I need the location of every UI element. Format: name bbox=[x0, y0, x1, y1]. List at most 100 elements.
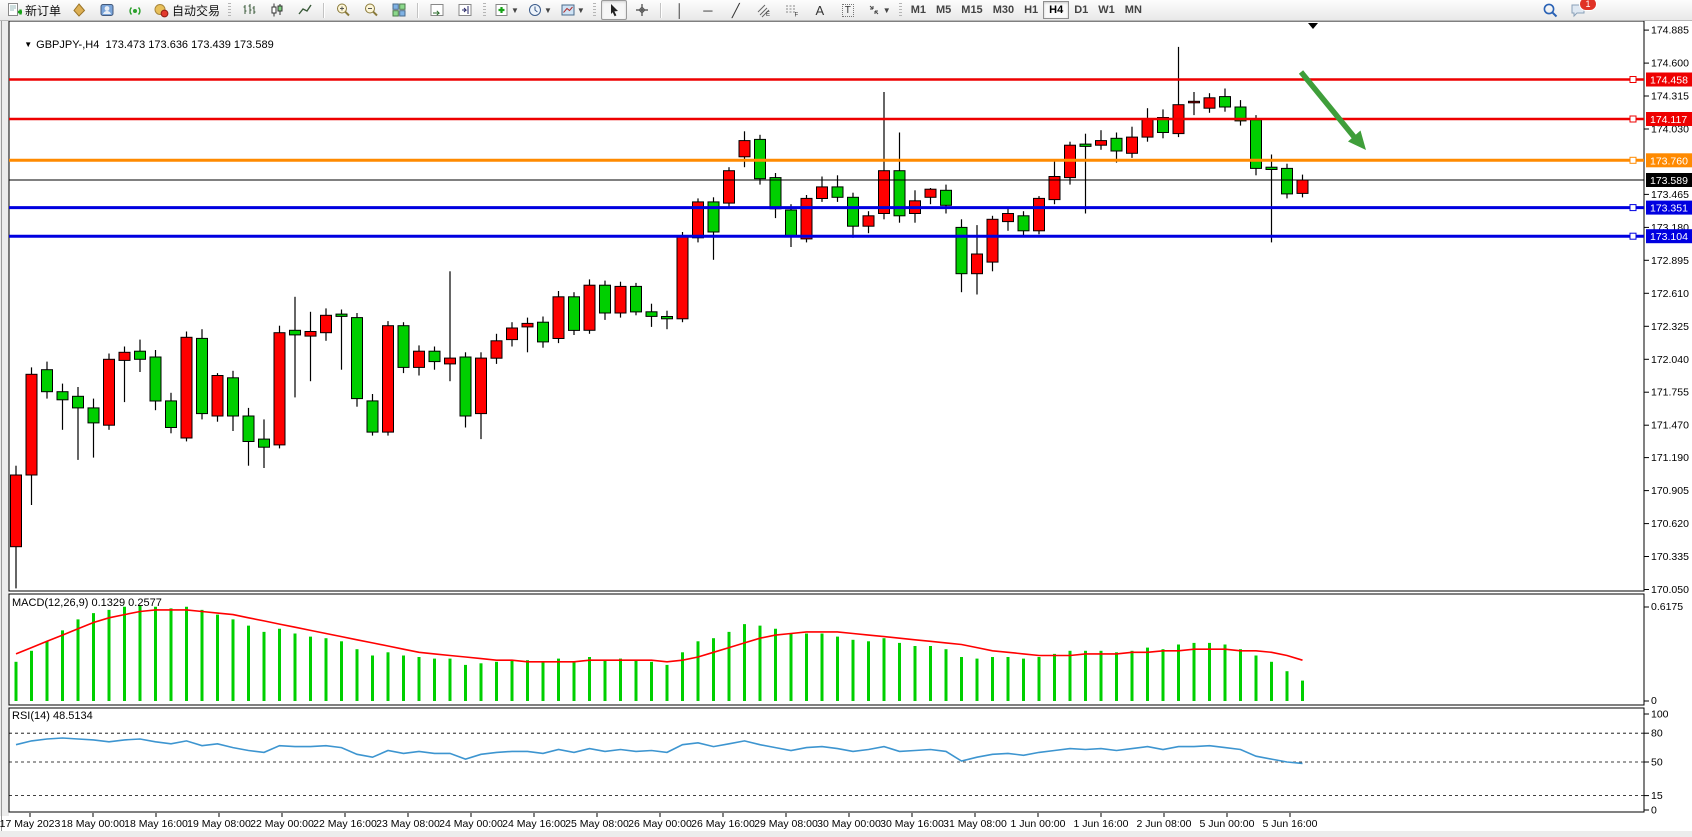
time-axis-label: 22 May 00:00 bbox=[250, 818, 314, 830]
fibonacci-tool-button[interactable]: F bbox=[779, 0, 805, 20]
candle bbox=[972, 254, 983, 274]
rsi-axis-label: 0 bbox=[1651, 805, 1657, 817]
timeframe-mn-button[interactable]: MN bbox=[1120, 2, 1147, 18]
price-axis-label: 174.885 bbox=[1651, 25, 1689, 37]
horizontal-line-tool-button[interactable]: ─ bbox=[695, 0, 721, 20]
auto-trading-button[interactable]: 自动交易 bbox=[150, 0, 223, 20]
candle bbox=[26, 374, 37, 475]
candle bbox=[491, 341, 502, 358]
time-axis-label: 5 Jun 16:00 bbox=[1263, 818, 1318, 830]
chart-shift-button[interactable] bbox=[452, 0, 478, 20]
candle bbox=[1266, 167, 1277, 169]
timeframe-m5-button[interactable]: M5 bbox=[931, 2, 956, 18]
candle bbox=[1003, 214, 1014, 222]
text-label-tool-button[interactable]: T bbox=[835, 0, 861, 20]
candle bbox=[429, 351, 440, 361]
new-order-button[interactable]: 新订单 bbox=[3, 0, 64, 20]
rsi-indicator-label: RSI(14) 48.5134 bbox=[12, 710, 93, 722]
price-badge-label: 173.589 bbox=[1650, 175, 1688, 187]
market-watch-button[interactable] bbox=[66, 0, 92, 20]
price-axis-label: 170.050 bbox=[1651, 584, 1689, 596]
macd-scale-max-label: 0.6175 bbox=[1651, 601, 1683, 613]
data-window-button[interactable] bbox=[94, 0, 120, 20]
trendline-tool-button[interactable]: ╱ bbox=[723, 0, 749, 20]
timeframe-m15-button[interactable]: M15 bbox=[956, 2, 987, 18]
toolbar-grip bbox=[899, 3, 902, 18]
arrows-tool-button[interactable]: ▼ bbox=[863, 0, 894, 20]
price-axis-label: 170.905 bbox=[1651, 485, 1689, 497]
candle bbox=[228, 378, 239, 416]
time-axis-label: 1 Jun 16:00 bbox=[1074, 818, 1129, 830]
time-axis-label: 24 May 00:00 bbox=[439, 818, 503, 830]
price-badge-label: 173.760 bbox=[1650, 155, 1688, 167]
candle bbox=[383, 326, 394, 432]
candle bbox=[817, 187, 828, 199]
candle bbox=[1127, 137, 1138, 153]
timeframe-h1-button[interactable]: H1 bbox=[1019, 2, 1043, 18]
zoom-in-icon bbox=[335, 2, 351, 18]
price-axis-label: 171.190 bbox=[1651, 452, 1689, 464]
vertical-line-tool-button[interactable]: │ bbox=[667, 0, 693, 20]
data-window-icon bbox=[99, 2, 115, 18]
candle bbox=[42, 370, 53, 392]
auto-scroll-button[interactable] bbox=[424, 0, 450, 20]
candle bbox=[119, 352, 130, 360]
indicators-button[interactable]: ▼ bbox=[491, 0, 522, 20]
timeframe-d1-button[interactable]: D1 bbox=[1069, 2, 1093, 18]
candle bbox=[941, 190, 952, 205]
candlestick-chart-type-button[interactable] bbox=[264, 0, 290, 20]
candle bbox=[569, 297, 580, 331]
rsi-axis-label: 100 bbox=[1651, 709, 1669, 721]
candle bbox=[677, 236, 688, 319]
candle bbox=[57, 392, 68, 400]
candle bbox=[445, 358, 456, 364]
zoom-in-button[interactable] bbox=[330, 0, 356, 20]
candle bbox=[150, 357, 161, 401]
candle bbox=[1204, 98, 1215, 108]
timeframe-h4-button[interactable]: H4 bbox=[1043, 1, 1069, 19]
zoom-out-button[interactable] bbox=[358, 0, 384, 20]
dropdown-caret-icon: ▼ bbox=[883, 6, 891, 15]
clock-icon bbox=[527, 2, 543, 18]
candle bbox=[770, 178, 781, 209]
line-handle[interactable] bbox=[1630, 233, 1636, 239]
text-tool-button[interactable]: A bbox=[807, 0, 833, 20]
periods-button[interactable]: ▼ bbox=[524, 0, 555, 20]
zoom-out-icon bbox=[363, 2, 379, 18]
one-click-trading-toggle[interactable]: ▼ bbox=[24, 40, 32, 49]
cursor-tool-button[interactable] bbox=[601, 0, 627, 20]
candle bbox=[476, 358, 487, 414]
equidistant-channel-tool-button[interactable]: E bbox=[751, 0, 777, 20]
chart-canvas[interactable]: 174.885174.600174.315174.030173.465173.1… bbox=[0, 20, 1692, 837]
line-handle[interactable] bbox=[1630, 157, 1636, 163]
time-axis-label: 24 May 16:00 bbox=[502, 818, 566, 830]
search-button[interactable] bbox=[1537, 0, 1563, 20]
templates-button[interactable]: ▼ bbox=[557, 0, 588, 20]
bar-chart-type-button[interactable] bbox=[236, 0, 262, 20]
cursor-icon bbox=[606, 2, 622, 18]
navigator-button[interactable] bbox=[122, 0, 148, 20]
line-chart-type-button[interactable] bbox=[292, 0, 318, 20]
candle bbox=[553, 297, 564, 339]
rsi-axis-label: 50 bbox=[1651, 757, 1663, 769]
arrows-icon bbox=[866, 2, 882, 18]
crosshair-tool-button[interactable] bbox=[629, 0, 655, 20]
notifications-button[interactable]: 1 bbox=[1565, 0, 1591, 20]
timeframe-m1-button[interactable]: M1 bbox=[906, 2, 931, 18]
candle bbox=[414, 351, 425, 367]
line-handle[interactable] bbox=[1630, 77, 1636, 83]
auto-trading-label: 自动交易 bbox=[172, 2, 220, 19]
price-badge-label: 174.117 bbox=[1650, 114, 1687, 126]
time-axis-label: 18 May 00:00 bbox=[61, 818, 125, 830]
main-chart-panel bbox=[9, 21, 1644, 591]
timeframe-m30-button[interactable]: M30 bbox=[988, 2, 1019, 18]
line-handle[interactable] bbox=[1630, 205, 1636, 211]
price-axis-label: 174.600 bbox=[1651, 58, 1689, 70]
candle bbox=[584, 285, 595, 330]
timeframe-w1-button[interactable]: W1 bbox=[1093, 2, 1120, 18]
line-handle[interactable] bbox=[1630, 116, 1636, 122]
candle bbox=[336, 314, 347, 316]
signal-icon bbox=[127, 2, 143, 18]
tile-windows-button[interactable] bbox=[386, 0, 412, 20]
candle bbox=[290, 330, 301, 335]
